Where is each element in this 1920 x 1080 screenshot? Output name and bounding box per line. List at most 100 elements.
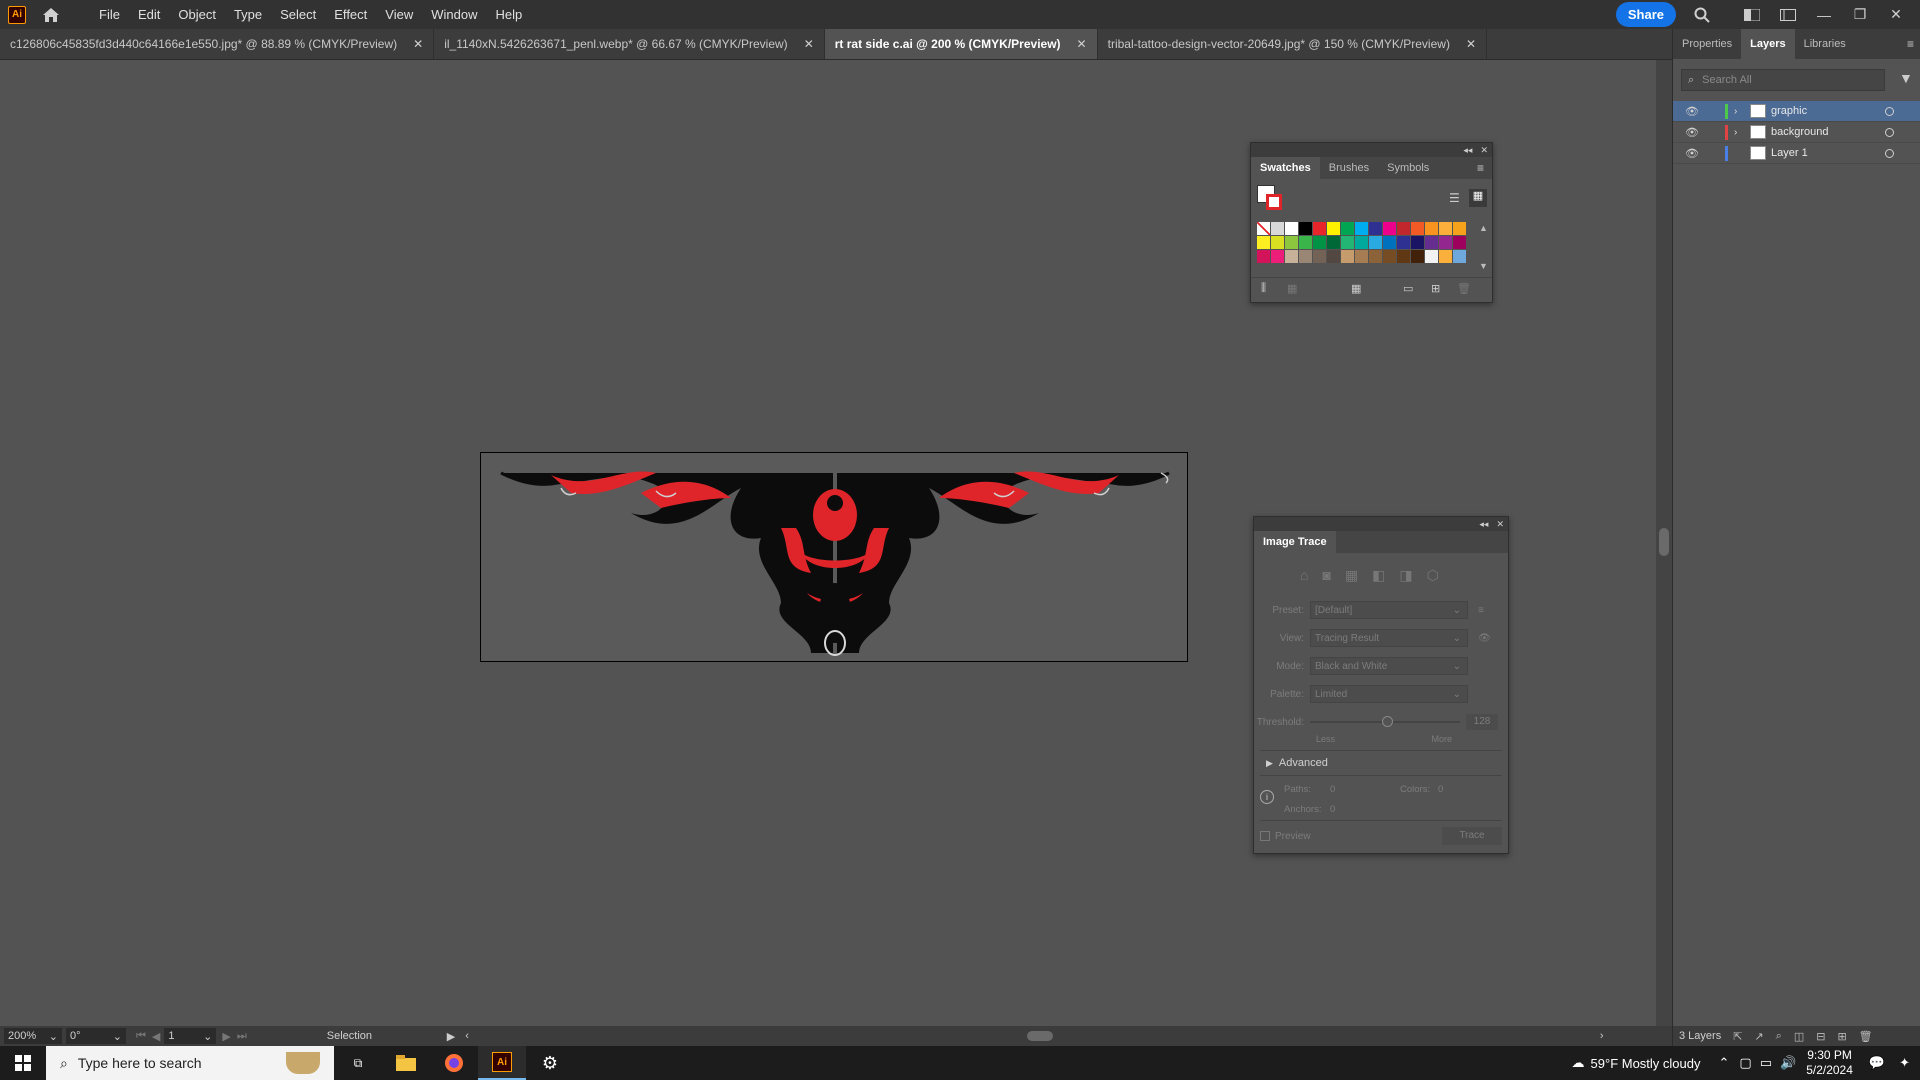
color-swatch[interactable] [1313, 222, 1326, 235]
color-swatch[interactable] [1327, 222, 1340, 235]
chevron-right-icon[interactable]: › [1734, 127, 1748, 138]
color-swatch[interactable] [1257, 250, 1270, 263]
search-icon[interactable] [1690, 3, 1714, 27]
locate-object-icon[interactable]: ⌕ [1776, 1030, 1782, 1043]
tab-properties[interactable]: Properties [1673, 29, 1741, 59]
menu-select[interactable]: Select [271, 0, 325, 29]
share-button[interactable]: Share [1615, 2, 1676, 27]
color-swatch[interactable] [1425, 222, 1438, 235]
color-swatch[interactable] [1355, 236, 1368, 249]
vertical-scrollbar[interactable] [1656, 60, 1672, 1026]
export-icon[interactable]: ↗ [1754, 1030, 1763, 1043]
meet-now-icon[interactable]: ▢ [1739, 1055, 1751, 1071]
target-icon[interactable] [1885, 106, 1894, 116]
eye-icon[interactable]: 👁 [1685, 126, 1705, 139]
file-explorer-icon[interactable] [382, 1046, 430, 1080]
color-swatch[interactable] [1271, 250, 1284, 263]
color-swatch[interactable] [1271, 236, 1284, 249]
color-swatch[interactable] [1453, 236, 1466, 249]
color-swatch[interactable] [1411, 250, 1424, 263]
color-swatch[interactable] [1397, 250, 1410, 263]
close-icon[interactable]: ✕ [413, 37, 423, 51]
tab-swatches[interactable]: Swatches [1251, 157, 1320, 179]
menu-effect[interactable]: Effect [325, 0, 376, 29]
color-swatch[interactable] [1257, 236, 1270, 249]
color-swatch[interactable] [1327, 250, 1340, 263]
color-swatch[interactable] [1341, 222, 1354, 235]
high-color-icon[interactable]: ◙ [1322, 567, 1330, 584]
layers-search-input[interactable]: ⌕ Search All [1681, 69, 1885, 91]
color-swatch[interactable] [1355, 222, 1368, 235]
menu-file[interactable]: File [90, 0, 129, 29]
color-swatch[interactable] [1355, 250, 1368, 263]
scrollbar-thumb[interactable] [1026, 1031, 1053, 1041]
home-icon[interactable] [40, 4, 62, 26]
mode-select[interactable]: Black and White ⌄ [1310, 657, 1468, 675]
outline-icon[interactable]: ⬡ [1427, 567, 1439, 584]
last-artboard-icon[interactable]: ⏭ [237, 1030, 247, 1043]
menu-type[interactable]: Type [225, 0, 271, 29]
color-swatch[interactable] [1425, 236, 1438, 249]
weather-icon[interactable]: ☁ [1572, 1055, 1585, 1071]
color-swatch[interactable] [1369, 250, 1382, 263]
collapse-icon[interactable]: ◂◂ [1479, 519, 1488, 530]
preset-menu-icon[interactable]: ≡ [1478, 605, 1484, 616]
task-view-icon[interactable]: ⧉ [334, 1046, 382, 1080]
firefox-icon[interactable] [430, 1046, 478, 1080]
restore-icon[interactable]: ❐ [1848, 3, 1872, 27]
color-swatch[interactable] [1453, 250, 1466, 263]
tab-symbols[interactable]: Symbols [1378, 157, 1438, 179]
threshold-value[interactable]: 128 [1466, 714, 1498, 730]
previous-artboard-icon[interactable]: ◀ [152, 1030, 160, 1043]
document-tab-active[interactable]: rt rat side c.ai @ 200 % (CMYK/Preview) … [824, 29, 1098, 59]
color-swatch[interactable] [1369, 222, 1382, 235]
slider-thumb[interactable] [1382, 716, 1393, 727]
color-swatch[interactable] [1439, 222, 1452, 235]
preview-checkbox[interactable] [1260, 831, 1270, 841]
close-icon[interactable]: ✕ [1884, 3, 1908, 27]
eye-icon[interactable]: 👁 [1685, 105, 1705, 118]
color-swatch[interactable] [1383, 250, 1396, 263]
swatch-libraries-icon[interactable]: ⫼ [1261, 282, 1266, 295]
color-swatch[interactable] [1299, 250, 1312, 263]
scrollbar-thumb[interactable] [1659, 528, 1669, 556]
color-swatch[interactable] [1285, 250, 1298, 263]
advanced-toggle[interactable]: ▶ Advanced [1266, 757, 1508, 769]
registration-swatch[interactable] [1271, 222, 1284, 235]
new-swatch-icon[interactable]: ⊞ [1431, 282, 1440, 295]
color-swatch[interactable] [1453, 222, 1466, 235]
network-icon[interactable]: ▭ [1760, 1055, 1772, 1071]
grayscale-icon[interactable]: ◧ [1372, 567, 1385, 584]
notifications-icon[interactable]: 💬 [1869, 1055, 1885, 1071]
arrange-documents-icon[interactable] [1740, 3, 1764, 27]
color-swatch[interactable] [1341, 236, 1354, 249]
document-tab[interactable]: il_1140xN.5426263671_penl.webp* @ 66.67 … [434, 29, 825, 59]
workspace-icon[interactable] [1776, 3, 1800, 27]
auto-color-icon[interactable]: ⌂ [1300, 567, 1308, 584]
close-icon[interactable]: ✕ [1480, 145, 1488, 156]
clipping-mask-icon[interactable]: ◫ [1794, 1030, 1804, 1043]
swatch-scroll-up-icon[interactable]: ▲ [1479, 223, 1488, 233]
menu-edit[interactable]: Edit [129, 0, 169, 29]
menu-help[interactable]: Help [486, 0, 531, 29]
low-color-icon[interactable]: ▦ [1345, 567, 1358, 584]
color-swatch[interactable] [1397, 236, 1410, 249]
color-swatch[interactable] [1439, 236, 1452, 249]
minimize-icon[interactable]: — [1812, 3, 1836, 27]
close-icon[interactable]: ✕ [804, 37, 814, 51]
new-layer-icon[interactable]: ⊞ [1837, 1030, 1846, 1043]
color-swatch[interactable] [1383, 236, 1396, 249]
black-white-icon[interactable]: ◨ [1399, 567, 1412, 584]
color-swatch[interactable] [1313, 250, 1326, 263]
artboard-select[interactable]: 1 ⌄ [164, 1028, 217, 1044]
taskbar-search-input[interactable]: ⌕ Type here to search [46, 1046, 334, 1080]
color-swatch[interactable] [1383, 222, 1396, 235]
first-artboard-icon[interactable]: ⏮ [136, 1030, 146, 1043]
target-icon[interactable] [1885, 148, 1894, 158]
delete-swatch-icon[interactable]: 🗑 [1457, 282, 1471, 295]
color-swatch[interactable] [1299, 236, 1312, 249]
threshold-slider[interactable] [1310, 715, 1460, 729]
color-swatch[interactable] [1369, 236, 1382, 249]
horizontal-scrollbar[interactable] [475, 1030, 1600, 1042]
list-view-icon[interactable]: ☰ [1449, 191, 1460, 205]
